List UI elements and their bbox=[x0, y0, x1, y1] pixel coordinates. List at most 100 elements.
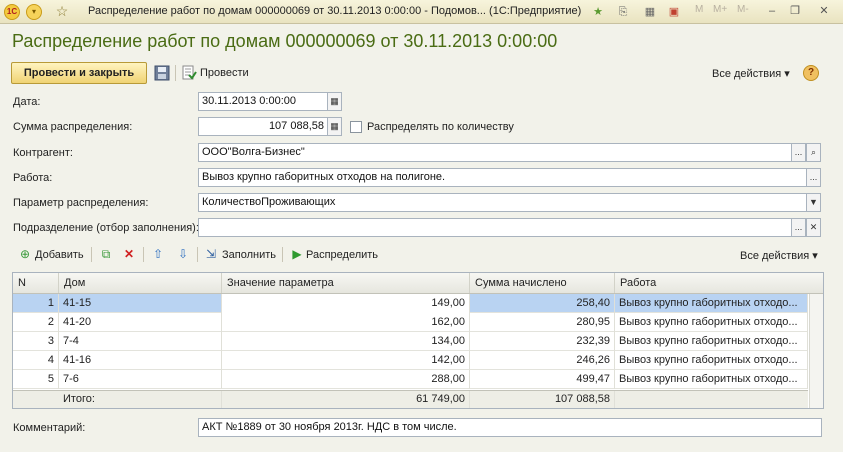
toolbar-separator bbox=[175, 65, 176, 81]
save-icon[interactable] bbox=[154, 65, 170, 81]
distribute-button[interactable]: Распределить bbox=[306, 249, 378, 261]
distribution-table: N Дом Значение параметра Сумма начислено… bbox=[12, 272, 824, 409]
minimize-icon[interactable]: – bbox=[765, 4, 779, 18]
table-row[interactable]: 5 7-6 288,00 499,47 Вывоз крупно габорит… bbox=[13, 370, 808, 389]
row-number: 5 bbox=[13, 370, 59, 389]
copy-row-icon[interactable]: ⧉ bbox=[98, 246, 114, 262]
all-actions-menu[interactable]: Все действия ▾ bbox=[712, 67, 790, 80]
column-header-param-value[interactable]: Значение параметра bbox=[222, 273, 470, 293]
sum-cell: 280,95 bbox=[470, 313, 615, 332]
table-row[interactable]: 4 41-16 142,00 246,26 Вывоз крупно габор… bbox=[13, 351, 808, 370]
fill-button[interactable]: Заполнить bbox=[222, 249, 276, 261]
favorites-star-icon[interactable]: ☆ bbox=[54, 3, 70, 19]
work-select-button[interactable]: ... bbox=[806, 168, 821, 187]
counterparty-field[interactable]: ООО"Волга-Бизнес" bbox=[198, 143, 792, 162]
move-down-icon[interactable]: ⇩ bbox=[175, 246, 191, 262]
division-clear-icon[interactable]: ✕ bbox=[806, 218, 821, 237]
param-value-cell: 149,00 bbox=[222, 294, 470, 313]
table-footer: Итого: 61 749,00 107 088,58 bbox=[13, 390, 808, 408]
param-value-cell: 134,00 bbox=[222, 332, 470, 351]
toolbar-separator bbox=[197, 247, 198, 262]
amount-label: Сумма распределения: bbox=[13, 121, 133, 133]
column-header-n[interactable]: N bbox=[13, 273, 59, 293]
window-title: Распределение работ по домам 000000069 о… bbox=[88, 5, 582, 17]
distribute-icon[interactable]: ▶ bbox=[289, 246, 305, 262]
house-cell: 41-16 bbox=[59, 351, 222, 370]
column-header-sum[interactable]: Сумма начислено bbox=[470, 273, 615, 293]
division-field[interactable] bbox=[198, 218, 792, 237]
counterparty-label: Контрагент: bbox=[13, 147, 73, 159]
table-all-actions-menu[interactable]: Все действия ▾ bbox=[740, 249, 818, 262]
house-cell: 41-15 bbox=[59, 294, 222, 313]
toolbar-separator bbox=[91, 247, 92, 262]
toolbar-separator bbox=[282, 247, 283, 262]
add-row-button[interactable]: Добавить bbox=[35, 249, 84, 261]
app-logo-icon[interactable]: 1С bbox=[4, 4, 20, 20]
house-cell: 41-20 bbox=[59, 313, 222, 332]
add-row-icon[interactable]: ⊕ bbox=[17, 246, 33, 262]
param-value-cell: 288,00 bbox=[222, 370, 470, 389]
work-cell: Вывоз крупно габоритных отходо... bbox=[615, 332, 808, 351]
row-number: 4 bbox=[13, 351, 59, 370]
work-cell: Вывоз крупно габоритных отходо... bbox=[615, 313, 808, 332]
work-cell: Вывоз крупно габоритных отходо... bbox=[615, 351, 808, 370]
date-label: Дата: bbox=[13, 96, 41, 108]
param-label: Параметр распределения: bbox=[13, 197, 149, 209]
fill-icon[interactable]: ⇲ bbox=[203, 246, 219, 262]
form-heading: Распределение работ по домам 000000069 о… bbox=[12, 31, 558, 51]
post-button[interactable]: Провести bbox=[200, 67, 249, 79]
param-field[interactable]: КоличествоПроживающих bbox=[198, 193, 807, 212]
param-dropdown-icon[interactable]: ▼ bbox=[806, 193, 821, 212]
delete-row-icon[interactable]: ✕ bbox=[121, 246, 137, 262]
post-document-icon[interactable] bbox=[181, 65, 197, 81]
move-up-icon[interactable]: ⇧ bbox=[150, 246, 166, 262]
sum-cell: 258,40 bbox=[470, 294, 615, 313]
counterparty-select-button[interactable]: ... bbox=[791, 143, 806, 162]
distribute-by-quantity-label: Распределять по количеству bbox=[367, 121, 514, 133]
param-value-cell: 162,00 bbox=[222, 313, 470, 332]
table-row[interactable]: 1 41-15 149,00 258,40 Вывоз крупно габор… bbox=[13, 294, 808, 313]
column-header-work[interactable]: Работа bbox=[615, 273, 823, 293]
memory-button-mminus[interactable]: M- bbox=[737, 4, 749, 15]
param-value-cell: 142,00 bbox=[222, 351, 470, 370]
memory-button-m[interactable]: M bbox=[695, 4, 703, 15]
division-select-button[interactable]: ... bbox=[791, 218, 806, 237]
link-icon[interactable]: ⎘ bbox=[615, 4, 631, 20]
distribute-by-quantity-checkbox[interactable] bbox=[350, 121, 362, 133]
memory-button-mplus[interactable]: M+ bbox=[713, 4, 727, 15]
footer-sum-total: 107 088,58 bbox=[470, 391, 615, 408]
row-number: 3 bbox=[13, 332, 59, 351]
calculator-picker-icon[interactable]: ▦ bbox=[327, 117, 342, 136]
main-menu-icon[interactable]: ▾ bbox=[26, 4, 42, 20]
amount-field[interactable]: 107 088,58 bbox=[198, 117, 328, 136]
help-icon[interactable]: ? bbox=[803, 65, 819, 81]
work-label: Работа: bbox=[13, 172, 53, 184]
work-cell: Вывоз крупно габоритных отходо... bbox=[615, 294, 808, 313]
table-row[interactable]: 3 7-4 134,00 232,39 Вывоз крупно габорит… bbox=[13, 332, 808, 351]
table-row[interactable]: 2 41-20 162,00 280,95 Вывоз крупно габор… bbox=[13, 313, 808, 332]
date-field[interactable]: 30.11.2013 0:00:00 bbox=[198, 92, 328, 111]
comment-label: Комментарий: bbox=[13, 422, 86, 434]
row-number: 1 bbox=[13, 294, 59, 313]
column-header-house[interactable]: Дом bbox=[59, 273, 222, 293]
calculator-icon[interactable]: ▦ bbox=[642, 4, 658, 20]
table-vertical-scrollbar[interactable] bbox=[809, 294, 823, 408]
sum-cell: 499,47 bbox=[470, 370, 615, 389]
calendar-picker-icon[interactable]: ▦ bbox=[327, 92, 342, 111]
calendar-icon[interactable]: ▣ bbox=[666, 4, 682, 20]
division-label: Подразделение (отбор заполнения): bbox=[13, 222, 199, 234]
counterparty-search-icon[interactable]: ⌕ bbox=[806, 143, 821, 162]
add-favorite-icon[interactable]: ★ bbox=[590, 4, 606, 20]
work-field[interactable]: Вывоз крупно габоритных отходов на полиг… bbox=[198, 168, 807, 187]
window-titlebar: 1С ▾ ☆ Распределение работ по домам 0000… bbox=[0, 0, 843, 24]
row-number: 2 bbox=[13, 313, 59, 332]
comment-field[interactable]: АКТ №1889 от 30 ноября 2013г. НДС в том … bbox=[198, 418, 822, 437]
sum-cell: 232,39 bbox=[470, 332, 615, 351]
footer-total-label: Итого: bbox=[59, 391, 222, 408]
work-cell: Вывоз крупно габоритных отходо... bbox=[615, 370, 808, 389]
house-cell: 7-6 bbox=[59, 370, 222, 389]
restore-icon[interactable]: ❐ bbox=[788, 4, 802, 18]
post-and-close-button[interactable]: Провести и закрыть bbox=[11, 62, 147, 84]
footer-param-total: 61 749,00 bbox=[222, 391, 470, 408]
close-icon[interactable]: ✕ bbox=[817, 4, 831, 18]
